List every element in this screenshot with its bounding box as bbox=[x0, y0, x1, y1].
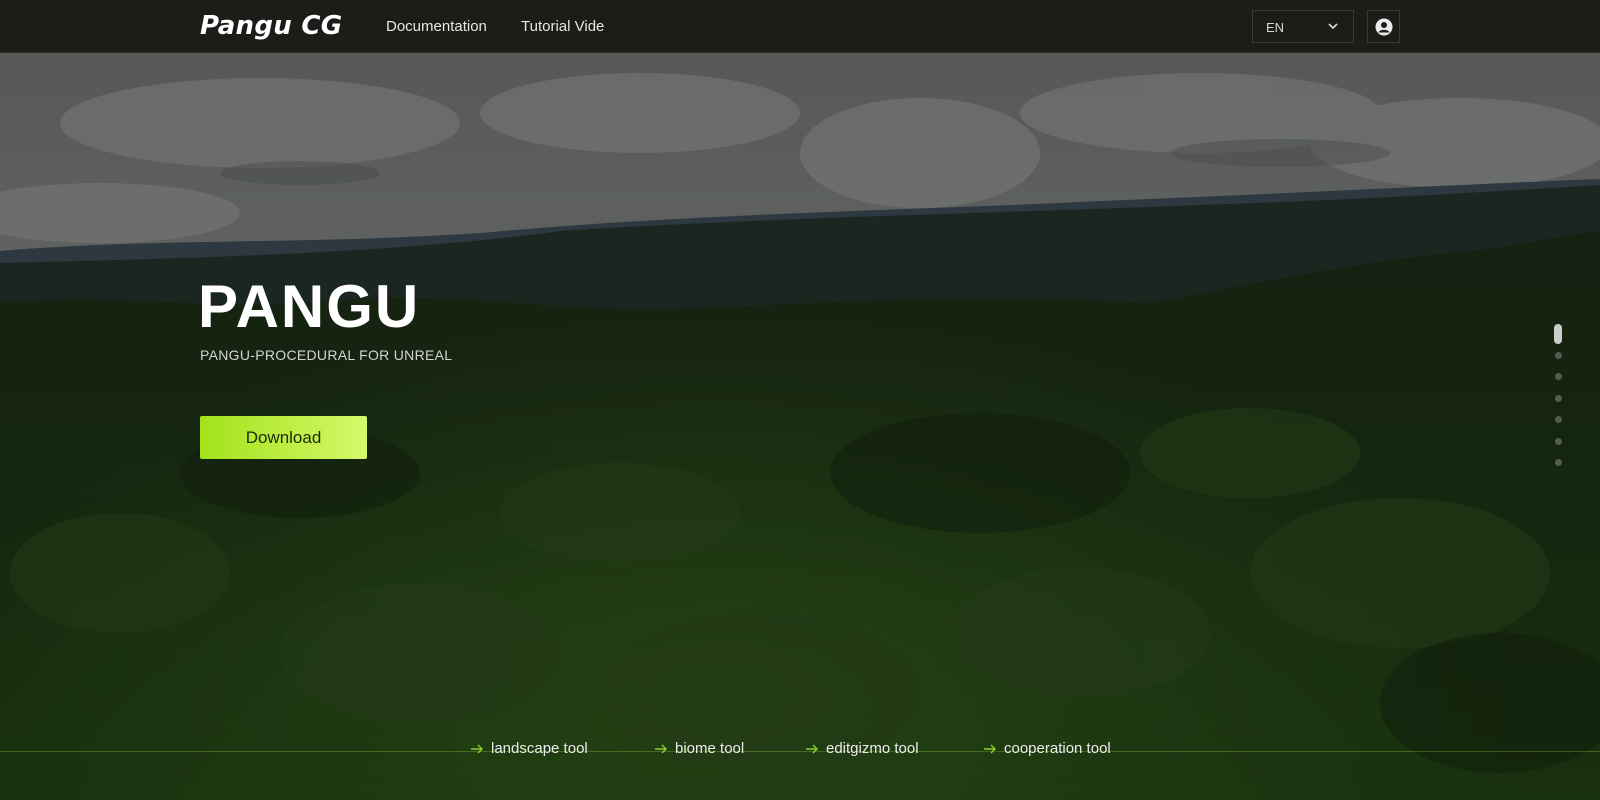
nav-link-documentation[interactable]: Documentation bbox=[386, 18, 487, 35]
slide-dot-3[interactable] bbox=[1555, 373, 1562, 380]
tool-label: biome tool bbox=[675, 740, 745, 757]
slide-dot-6[interactable] bbox=[1555, 438, 1562, 445]
user-circle-icon bbox=[1375, 18, 1393, 36]
nav-link-tutorial-video[interactable]: Tutorial Vide bbox=[521, 18, 604, 35]
hero-section: PANGU PANGU-PROCEDURAL FOR UNREAL Downlo… bbox=[0, 53, 1600, 800]
top-navbar: Pangu CG Documentation Tutorial Vide EN bbox=[0, 0, 1600, 53]
download-button[interactable]: Download bbox=[200, 416, 367, 459]
tool-label: landscape tool bbox=[491, 740, 588, 757]
tool-link-biome[interactable]: biome tool bbox=[654, 740, 744, 757]
tool-link-editgizmo[interactable]: editgizmo tool bbox=[805, 740, 919, 757]
user-account-button[interactable] bbox=[1367, 10, 1400, 43]
language-select[interactable]: EN bbox=[1252, 10, 1354, 43]
brand-logo[interactable]: Pangu CG bbox=[200, 11, 342, 41]
slide-dot-7[interactable] bbox=[1555, 459, 1562, 466]
tool-link-cooperation[interactable]: cooperation tool bbox=[983, 740, 1111, 757]
slide-dot-5[interactable] bbox=[1555, 416, 1562, 423]
arrow-right-icon bbox=[806, 744, 818, 753]
tool-label: cooperation tool bbox=[1004, 740, 1111, 757]
slide-dot-4[interactable] bbox=[1555, 395, 1562, 402]
slide-dot-1[interactable] bbox=[1554, 324, 1562, 344]
chevron-down-icon bbox=[1328, 23, 1338, 30]
arrow-right-icon bbox=[984, 744, 996, 753]
tool-label: editgizmo tool bbox=[826, 740, 919, 757]
slide-dot-2[interactable] bbox=[1555, 352, 1562, 359]
arrow-right-icon bbox=[655, 744, 667, 753]
arrow-right-icon bbox=[471, 744, 483, 753]
hero-subtitle: PANGU-PROCEDURAL FOR UNREAL bbox=[200, 347, 453, 363]
tools-divider-line bbox=[0, 751, 1600, 752]
hero-title: PANGU bbox=[198, 273, 421, 340]
tool-link-landscape[interactable]: landscape tool bbox=[470, 740, 588, 757]
language-value: EN bbox=[1266, 20, 1285, 35]
